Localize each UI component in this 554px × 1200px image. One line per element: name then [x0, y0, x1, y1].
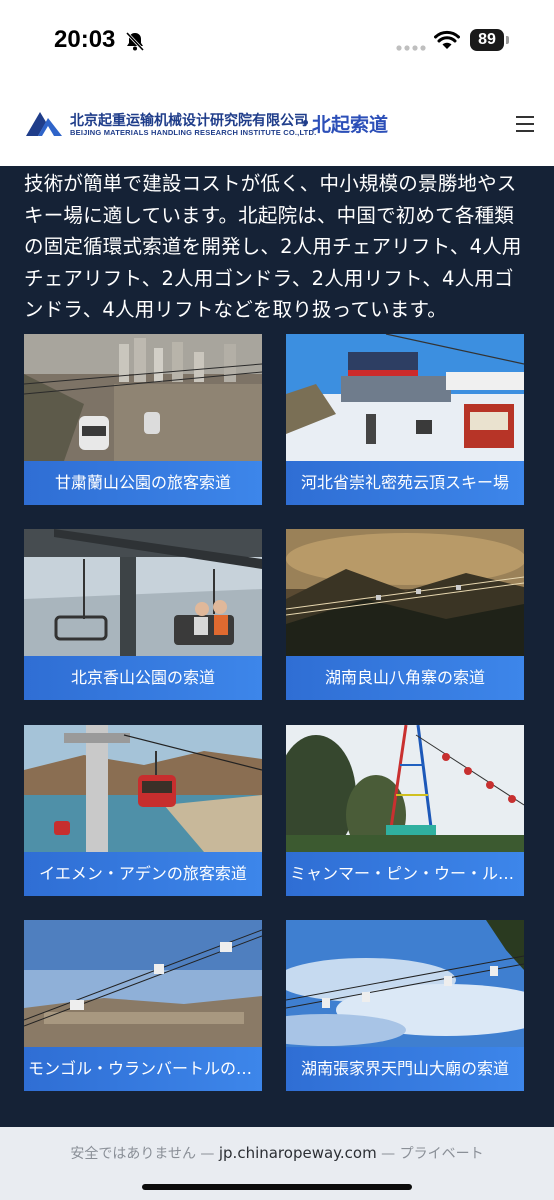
- project-caption: 甘粛蘭山公園の旅客索道: [24, 461, 262, 505]
- home-indicator[interactable]: [142, 1184, 412, 1190]
- project-card[interactable]: 北京香山公園の索道: [24, 529, 262, 700]
- clock: 20:03: [54, 26, 116, 53]
- battery-nub: [506, 36, 509, 44]
- project-caption: ミャンマー・ピン・ウー・ルウィン: [286, 852, 524, 896]
- signal-dots-icon: [396, 37, 426, 56]
- project-caption: 湖南良山八角寨の索道: [286, 656, 524, 700]
- project-caption: 湖南張家界天門山大廟の索道: [286, 1047, 524, 1091]
- project-caption: 河北省崇礼密苑云頂スキー場: [286, 461, 524, 505]
- security-label: 安全ではありません —: [70, 1146, 215, 1162]
- project-photo: [286, 725, 524, 852]
- project-card[interactable]: イエメン・アデンの旅客索道: [24, 725, 262, 896]
- project-photo: [286, 334, 524, 461]
- private-mode-label: — プライベート: [381, 1146, 484, 1162]
- project-card[interactable]: ミャンマー・ピン・ウー・ルウィン: [286, 725, 524, 896]
- project-card[interactable]: 湖南良山八角寨の索道: [286, 529, 524, 700]
- hamburger-menu-icon[interactable]: [514, 114, 536, 138]
- project-photo: [24, 334, 262, 461]
- project-photo: [286, 529, 524, 656]
- company-name-cn: 北京起重运输机械设计研究院有限公司: [70, 113, 308, 129]
- status-bar: 20:03 89: [0, 0, 554, 86]
- project-card[interactable]: 湖南張家界天門山大廟の索道: [286, 920, 524, 1091]
- project-card[interactable]: モンゴル・ウランバートルのスキー場: [24, 920, 262, 1091]
- intro-paragraph: 技術が簡単で建設コストが低く、中小規模の景勝地やスキー場に適しています。北起院は…: [24, 172, 522, 321]
- project-photo: [24, 529, 262, 656]
- project-photo: [24, 920, 262, 1047]
- company-name-en: BEIJING MATERIALS HANDLING RESEARCH INST…: [70, 128, 317, 137]
- project-caption: 北京香山公園の索道: [24, 656, 262, 700]
- company-logo-icon[interactable]: [24, 108, 64, 142]
- domain-label[interactable]: jp.chinaropeway.com: [219, 1144, 377, 1162]
- brand-dot: [303, 120, 308, 125]
- bell-slash-icon: [124, 30, 146, 56]
- project-card[interactable]: 河北省崇礼密苑云頂スキー場: [286, 334, 524, 505]
- brand-name: 北起索道: [312, 114, 389, 136]
- site-header: 北京起重运输机械设计研究院有限公司 BEIJING MATERIALS HAND…: [0, 86, 554, 166]
- project-photo: [24, 725, 262, 852]
- project-caption: モンゴル・ウランバートルのスキー場: [24, 1047, 262, 1091]
- battery-icon: 89: [470, 29, 504, 51]
- url-text[interactable]: 安全ではありません — jp.chinaropeway.com — プライベート: [0, 1143, 554, 1163]
- project-photo: [286, 920, 524, 1047]
- project-caption: イエメン・アデンの旅客索道: [24, 852, 262, 896]
- wifi-icon: [434, 30, 460, 54]
- project-card[interactable]: 甘粛蘭山公園の旅客索道: [24, 334, 262, 505]
